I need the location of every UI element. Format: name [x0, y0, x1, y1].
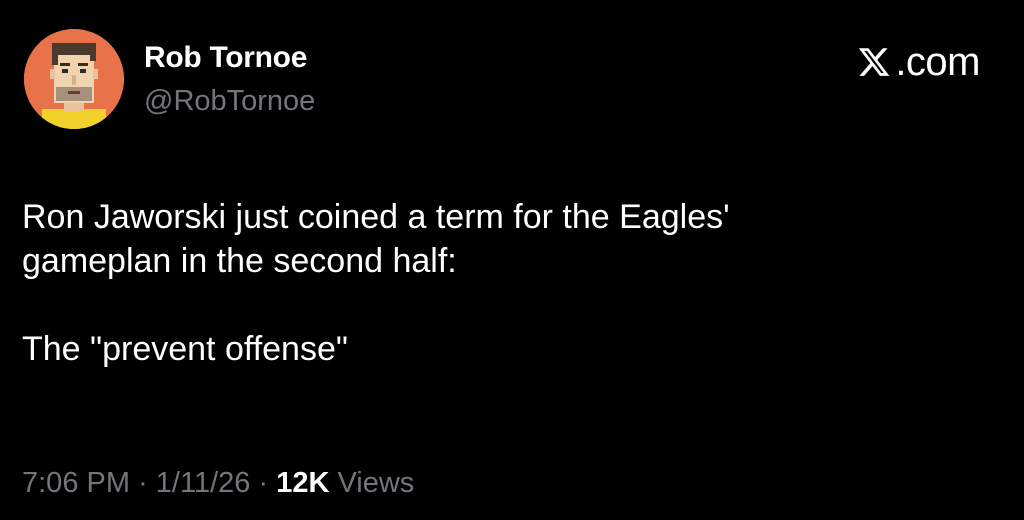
views-label: Views	[337, 467, 415, 499]
tweet-time[interactable]: 7:06 PM	[22, 467, 130, 499]
tweet-text: Ron Jaworski just coined a term for the …	[22, 195, 982, 371]
brand-domain-label: .com	[895, 40, 980, 84]
author-avatar[interactable]	[24, 29, 124, 129]
author-handle[interactable]: @RobTornoe	[144, 84, 315, 119]
x-logo-icon	[859, 48, 890, 76]
tweet-date[interactable]: 1/11/26	[156, 467, 251, 499]
tweet-paragraph: The "prevent offense"	[22, 330, 348, 368]
tweet-metadata: 7:06 PM · 1/11/26 · 12K Views	[22, 466, 414, 501]
x-brand-link[interactable]: .com	[857, 38, 980, 86]
pixel-art-portrait-icon	[24, 29, 124, 129]
meta-separator: ·	[138, 467, 148, 499]
author-display-name[interactable]: Rob Tornoe	[144, 40, 307, 76]
views-count: 12K	[276, 467, 330, 499]
tweet-card: Rob Tornoe @RobTornoe .com Ron Jaworski …	[0, 0, 1024, 520]
meta-separator: ·	[258, 467, 269, 499]
tweet-paragraph: Ron Jaworski just coined a term for the …	[22, 198, 730, 280]
